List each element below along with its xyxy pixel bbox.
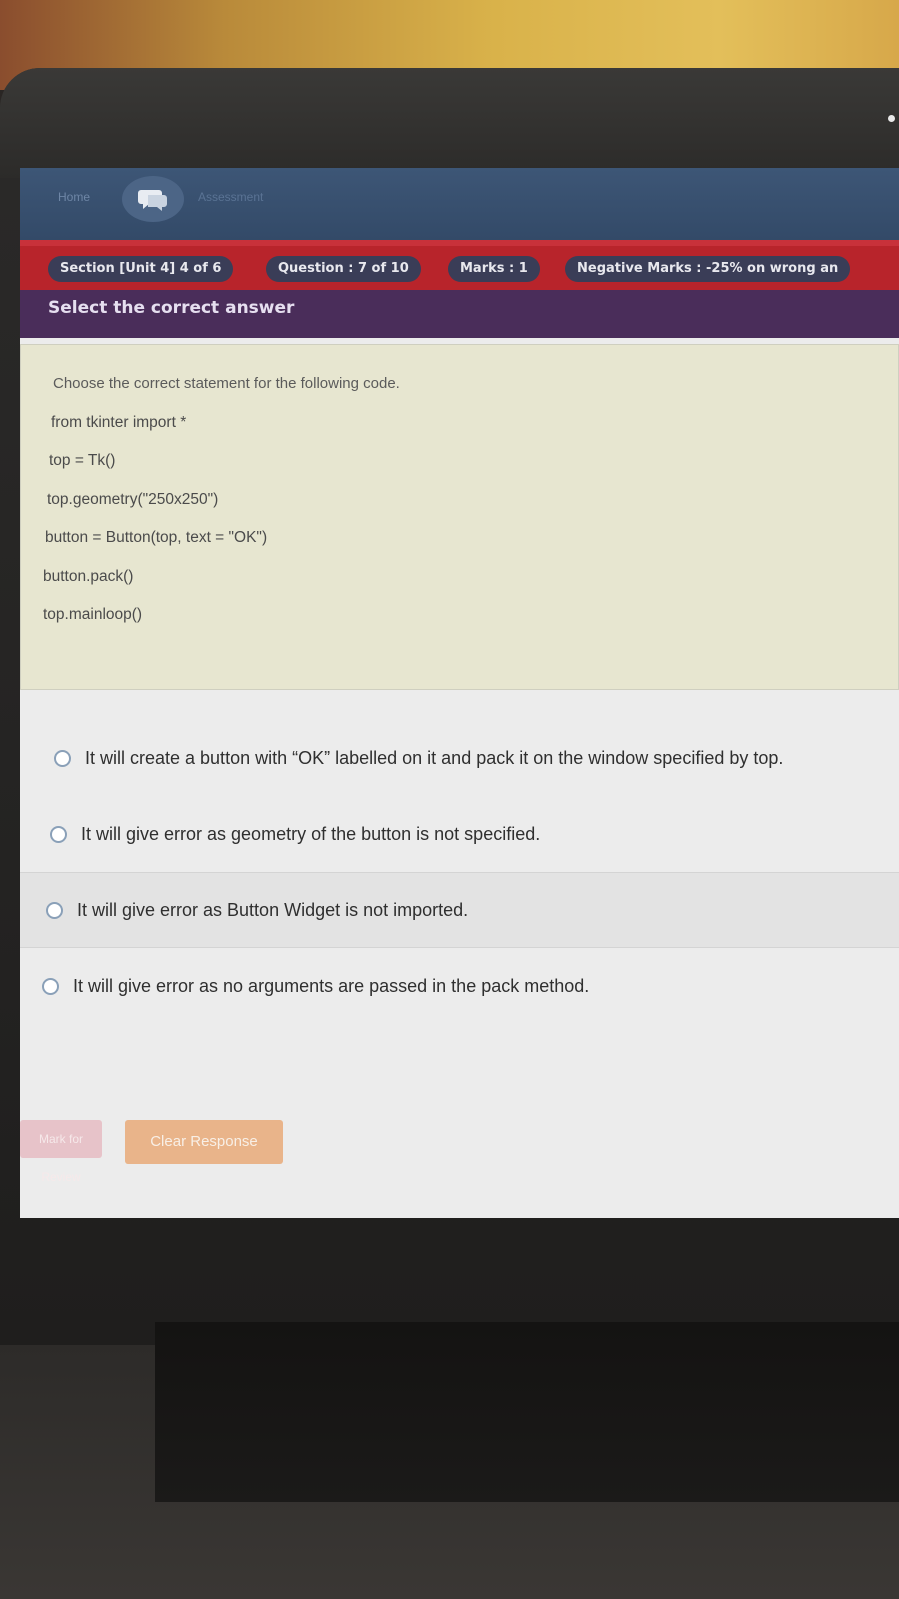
option-label: It will give error as geometry of the bu… xyxy=(81,823,541,844)
answer-option-1[interactable]: It will create a button with “OK” labell… xyxy=(20,720,899,796)
code-line: button.pack() xyxy=(43,567,134,585)
webcam-light xyxy=(888,115,895,122)
marks-badge: Marks : 1 xyxy=(448,256,540,282)
answer-option-2[interactable]: It will give error as geometry of the bu… xyxy=(20,796,899,872)
question-prompt: Choose the correct statement for the fol… xyxy=(53,375,400,392)
code-line: from tkinter import * xyxy=(51,413,187,431)
negative-marks-badge: Negative Marks : -25% on wrong an xyxy=(565,256,851,282)
question-info-bar: Section [Unit 4] 4 of 6 Question : 7 of … xyxy=(20,240,899,290)
answer-options: It will create a button with “OK” labell… xyxy=(20,720,899,1024)
radio-button[interactable] xyxy=(42,977,59,995)
action-buttons: Mark for Review Clear Response xyxy=(20,1120,899,1184)
radio-button[interactable] xyxy=(46,901,63,919)
code-line: top = Tk() xyxy=(49,452,116,469)
option-label: It will create a button with “OK” labell… xyxy=(85,747,784,768)
code-line: button = Button(top, text = "OK") xyxy=(45,529,268,546)
radio-button[interactable] xyxy=(54,749,71,767)
home-link[interactable]: Home xyxy=(58,190,90,204)
instruction-heading: Select the correct answer xyxy=(20,290,899,338)
topbar-title: Assessment xyxy=(198,190,264,204)
answer-option-4[interactable]: It will give error as no arguments are p… xyxy=(20,948,899,1024)
laptop-bezel-top xyxy=(0,68,899,178)
mark-for-review-button[interactable]: Mark for Review xyxy=(20,1120,102,1184)
code-line: top.mainloop() xyxy=(43,606,143,623)
app-header: Home Assessment xyxy=(20,168,899,240)
chat-icon[interactable] xyxy=(122,176,184,222)
option-label: It will give error as no arguments are p… xyxy=(73,975,590,996)
question-counter-badge: Question : 7 of 10 xyxy=(266,256,421,282)
radio-button[interactable] xyxy=(50,825,67,843)
clear-response-button[interactable]: Clear Response xyxy=(125,1120,283,1164)
question-panel: Choose the correct statement for the fol… xyxy=(20,344,899,690)
answer-option-3[interactable]: It will give error as Button Widget is n… xyxy=(20,872,899,948)
screen: Home Assessment Section [Unit 4] 4 of 6 … xyxy=(20,168,899,1218)
option-label: It will give error as Button Widget is n… xyxy=(77,899,469,920)
section-badge: Section [Unit 4] 4 of 6 xyxy=(48,256,234,282)
code-line: top.geometry("250x250") xyxy=(47,490,219,508)
keyboard-area xyxy=(155,1322,899,1502)
